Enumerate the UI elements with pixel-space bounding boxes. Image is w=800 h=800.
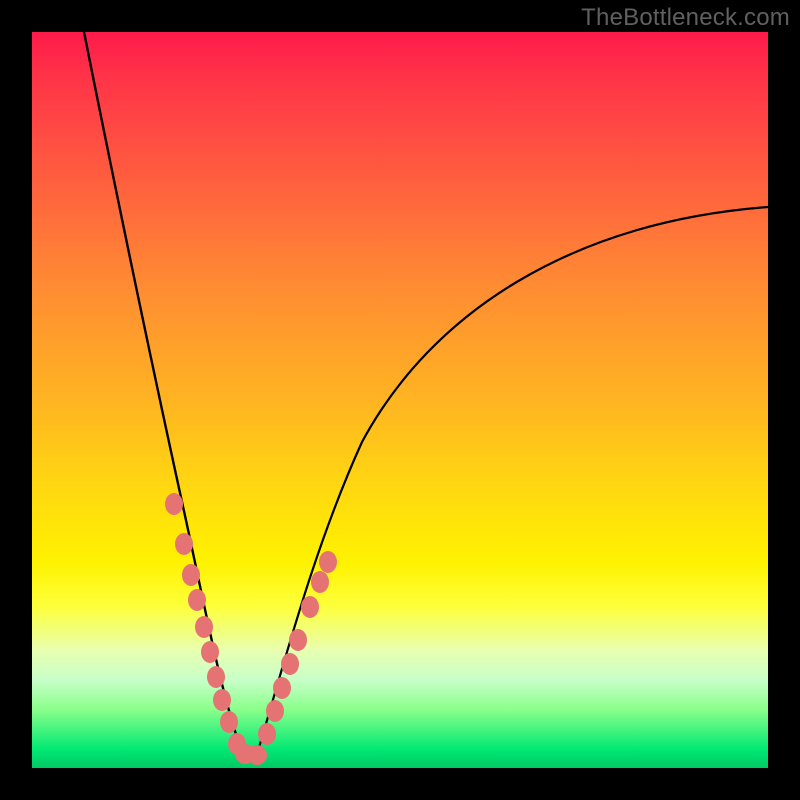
dot <box>289 629 307 651</box>
dot <box>258 723 276 745</box>
dot <box>182 564 200 586</box>
dot <box>220 711 238 733</box>
dot <box>207 666 225 688</box>
plot-area <box>32 32 768 768</box>
dot <box>201 641 219 663</box>
curve-right-branch <box>257 207 768 754</box>
dot <box>319 551 337 573</box>
dot <box>165 493 183 515</box>
dot <box>301 596 319 618</box>
dot <box>175 533 193 555</box>
dot <box>266 700 284 722</box>
dot <box>195 616 213 638</box>
dot <box>273 677 291 699</box>
dot <box>213 689 231 711</box>
chart-frame: TheBottleneck.com <box>0 0 800 800</box>
bottleneck-curve <box>32 32 768 768</box>
curve-left-branch <box>84 32 242 752</box>
dot <box>247 745 267 765</box>
watermark-text: TheBottleneck.com <box>581 4 790 32</box>
dot <box>281 653 299 675</box>
dot <box>188 589 206 611</box>
dot <box>311 571 329 593</box>
sample-dots-group <box>165 493 337 765</box>
